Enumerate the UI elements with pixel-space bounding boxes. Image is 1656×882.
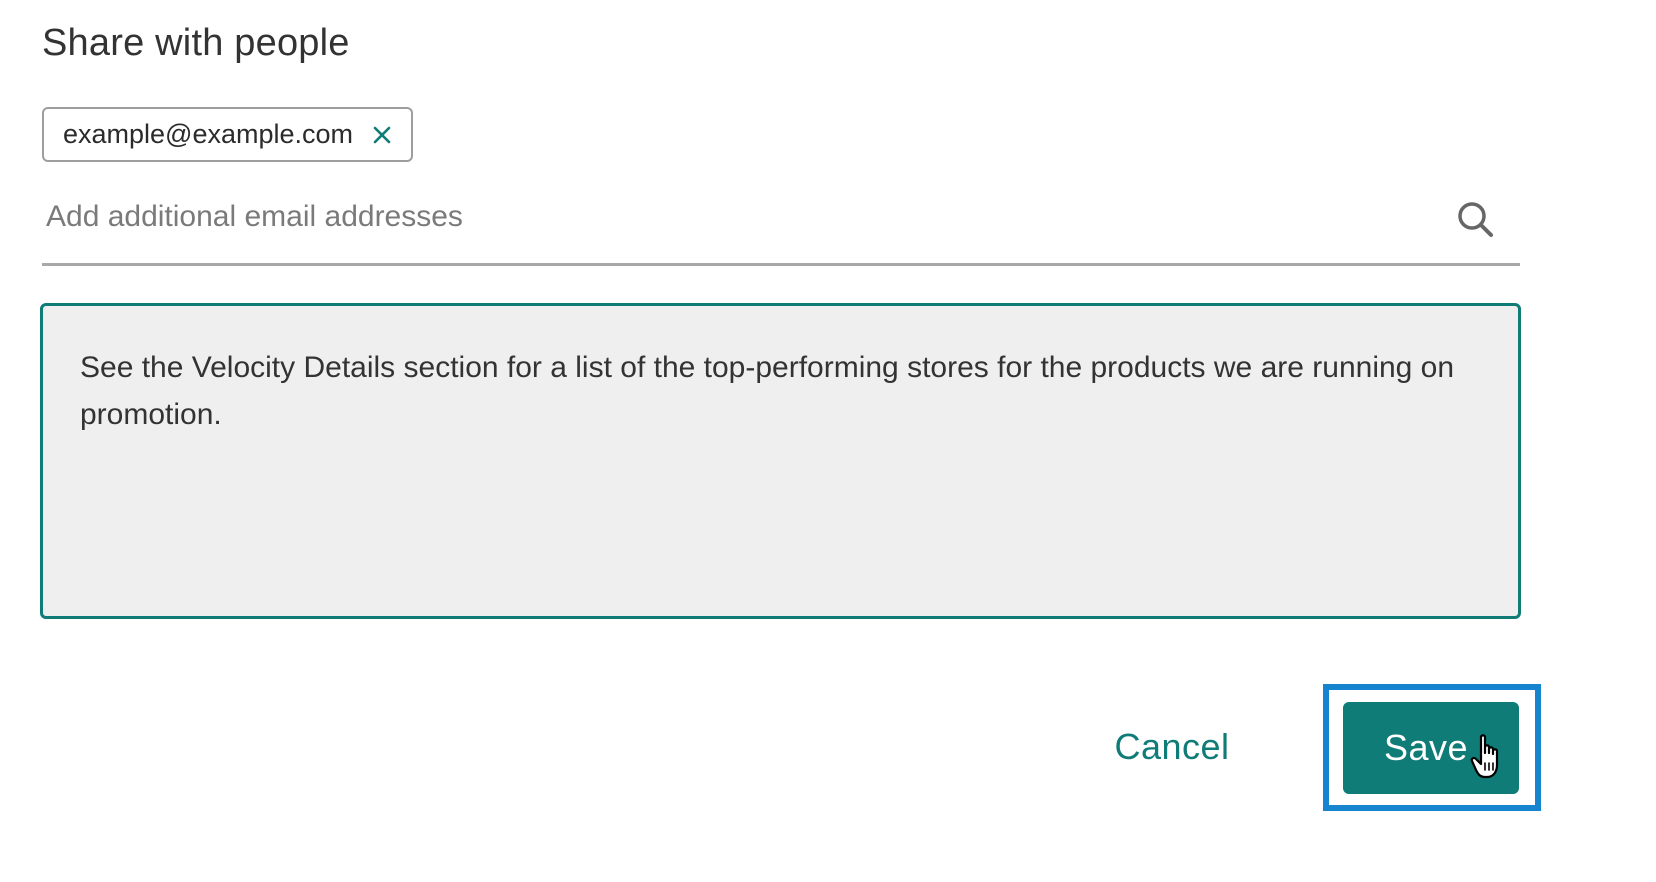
add-email-input[interactable] [46,192,1436,242]
recipient-chip: example@example.com [42,107,414,162]
recipient-email: example@example.com [63,119,354,149]
search-icon[interactable] [1456,200,1496,240]
message-textarea[interactable]: See the Velocity Details section for a l… [40,303,1521,619]
dialog-title: Share with people [42,22,350,64]
email-field [42,180,1520,266]
close-icon[interactable] [371,124,393,146]
save-button[interactable]: Save [1343,702,1519,794]
cancel-button[interactable]: Cancel [1100,716,1244,778]
share-dialog: Share with people example@example.com Se… [0,0,1656,882]
